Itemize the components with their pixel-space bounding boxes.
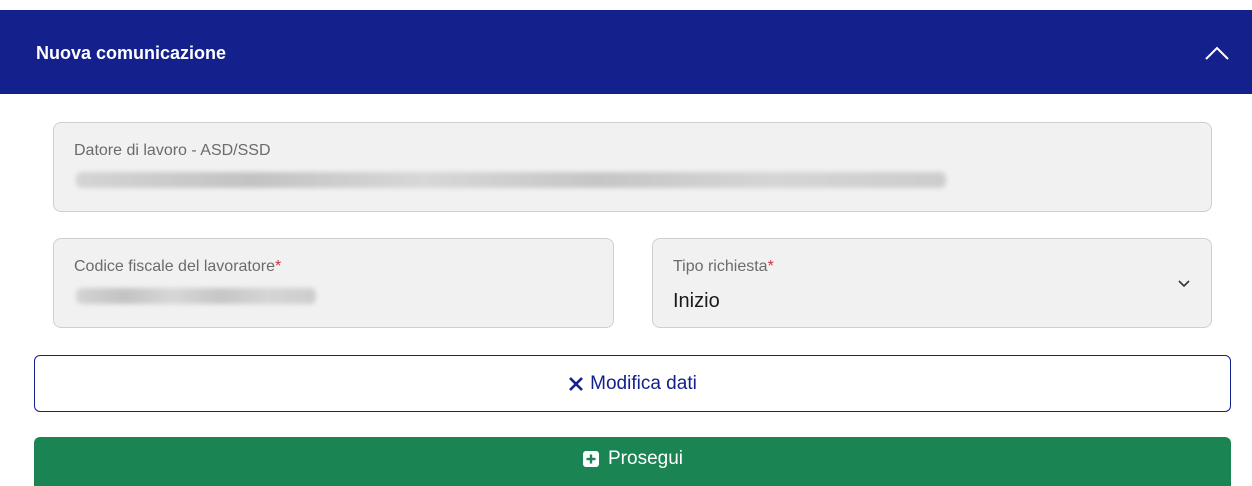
collapse-button[interactable]	[1202, 38, 1232, 68]
tax-code-field[interactable]: Codice fiscale del lavoratore*	[53, 238, 614, 328]
chevron-up-icon	[1205, 46, 1229, 60]
new-communication-panel: Nuova comunicazione Datore di lavoro - A…	[0, 0, 1252, 486]
employer-field-label: Datore di lavoro - ASD/SSD	[74, 142, 271, 159]
required-marker: *	[275, 258, 282, 275]
continue-label: Prosegui	[608, 447, 683, 469]
request-type-select[interactable]: Tipo richiesta* Inizio	[652, 238, 1212, 328]
modify-data-button[interactable]: Modifica dati	[34, 355, 1231, 412]
request-type-label: Tipo richiesta*	[673, 258, 774, 275]
modify-data-label: Modifica dati	[590, 372, 697, 394]
close-icon	[568, 376, 584, 392]
tax-code-field-label: Codice fiscale del lavoratore*	[74, 258, 282, 275]
employer-field-value-redacted	[76, 172, 946, 188]
employer-field[interactable]: Datore di lavoro - ASD/SSD	[53, 122, 1212, 212]
panel-title: Nuova comunicazione	[36, 43, 227, 63]
chevron-down-icon[interactable]	[1175, 275, 1193, 293]
continue-button[interactable]: Prosegui	[34, 437, 1231, 486]
plus-square-icon	[582, 450, 600, 468]
panel-header[interactable]: Nuova comunicazione	[0, 10, 1252, 94]
required-marker: *	[767, 258, 774, 275]
tax-code-field-value-redacted	[76, 288, 316, 304]
request-type-value: Inizio	[673, 290, 720, 312]
